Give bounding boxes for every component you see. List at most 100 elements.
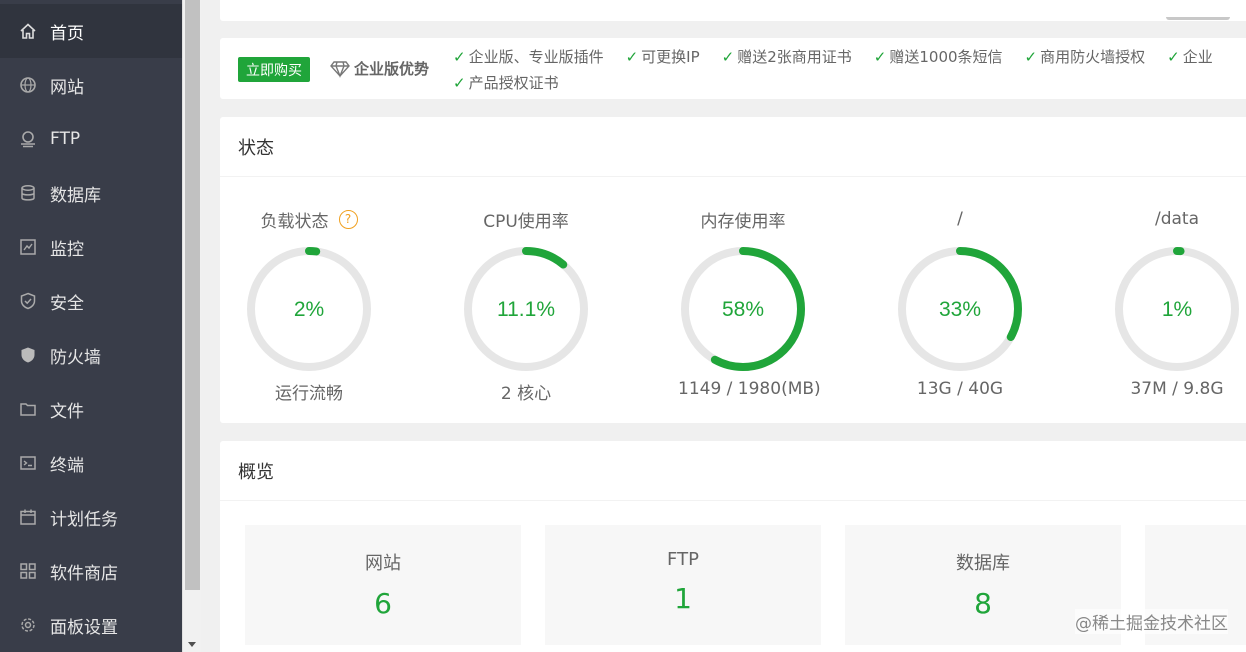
status-panel-title: 状态 [220,117,1246,177]
promo-title-text: 企业版优势 [354,60,430,78]
watermark: @稀土掘金技术社区 [1075,609,1228,634]
gauge-value: 2% [294,298,324,321]
promo-feature: ✓ 企业 [1167,44,1213,70]
sidebar-item-label: 网站 [50,77,84,98]
promo-feature: ✓ 商用防火墙授权 [1025,44,1146,70]
sidebar-item-cron[interactable]: 计划任务 [0,490,182,544]
sidebar-item-site[interactable]: 网站 [0,58,182,112]
top-action-button[interactable] [1166,8,1230,20]
gauge-value: 11.1% [497,298,555,321]
gauge-subtitle: 1149 / 1980(MB) [678,379,821,399]
apps-icon [18,561,38,581]
promo-feature: ✓ 赠送1000条短信 [874,44,1003,70]
gauge-value: 58% [722,298,764,321]
sidebar: 首页 网站 FTP 数据库 监控 安全 防火墙 文件 终端 计划任务 软件商店 … [0,0,182,652]
sidebar-item-label: 计划任务 [50,509,118,530]
check-icon: ✓ [453,48,466,66]
top-info-bar [220,0,1246,21]
gauge-ring: 11.1% [464,247,588,371]
database-icon [18,183,38,203]
home-icon [18,21,38,41]
promo-feature: ✓ 赠送2张商用证书 [722,44,852,70]
globe-icon [18,75,38,95]
gauge-title-text: 内存使用率 [700,211,786,232]
sidebar-item-label: 首页 [50,23,84,44]
overview-label: FTP [667,549,699,570]
diamond-icon [330,60,350,78]
gauge-ring: 2% [247,247,371,371]
sidebar-item-store[interactable]: 软件商店 [0,544,182,598]
check-icon: ✓ [873,48,887,66]
sidebar-item-ftp[interactable]: FTP [0,112,182,166]
sidebar-item-terminal[interactable]: 终端 [0,436,182,490]
gauge-value: 33% [939,298,981,321]
check-icon: ✓ [625,48,639,66]
gauge-disk-data[interactable]: /data 1% 37M / 9.8G [1112,207,1242,399]
gauge-title-text: 负载状态 [260,211,329,232]
shield-icon [18,345,38,365]
enterprise-promo-bar: 立即购买 企业版优势 ✓ 企业版、专业版插件 ✓ 可更换IP ✓ 赠送2张商用证书 ✓… [220,38,1246,99]
gauge-subtitle: 13G / 40G [916,379,1004,399]
check-icon: ✓ [1024,48,1038,66]
sidebar-item-label: 监控 [50,239,84,260]
sidebar-item-label: 面板设置 [50,617,118,638]
gauge-title-text: CPU使用率 [483,211,569,232]
check-icon: ✓ [453,74,466,92]
sidebar-item-database[interactable]: 数据库 [0,166,182,220]
sidebar-item-monitor[interactable]: 监控 [0,220,182,274]
gear-icon [18,615,38,635]
terminal-icon [18,453,38,473]
sidebar-item-label: 软件商店 [50,563,118,584]
overview-label: 网站 [365,553,401,574]
gauge-title: CPU使用率 [461,207,591,232]
gauge-cpu[interactable]: CPU使用率 11.1% 2 核心 [461,207,591,404]
gauge-ring: 1% [1115,247,1239,371]
sidebar-item-settings[interactable]: 面板设置 [0,598,182,652]
overview-value[interactable]: 1 [545,582,821,615]
shield-check-icon [18,291,38,311]
promo-feature-list: ✓ 企业版、专业版插件 ✓ 可更换IP ✓ 赠送2张商用证书 ✓ 赠送1000条短信 ✓… [453,44,1246,96]
check-icon: ✓ [721,48,735,66]
gauge-memory[interactable]: 内存使用率 58% 1149 / 1980(MB) [678,207,821,400]
gauge-subtitle: 2 核心 [500,384,552,404]
promo-feature: ✓ 可更换IP [626,44,700,70]
promo-feature: ✓ 产品授权证书 [453,70,559,96]
sidebar-item-label: 终端 [50,455,84,476]
sidebar-item-label: 安全 [50,293,84,314]
sidebar-item-home[interactable]: 首页 [0,4,182,58]
monitor-icon [18,237,38,257]
feature-text: 赠送2张商用证书 [737,48,852,66]
help-icon[interactable]: ? [338,209,358,229]
gauge-title-text: /data [1154,209,1200,229]
sidebar-item-security[interactable]: 安全 [0,274,182,328]
gauge-title: /data [1112,207,1242,231]
overview-panel-title: 概览 [220,441,1246,501]
feature-text: 企业版、专业版插件 [468,48,604,66]
sidebar-item-firewall[interactable]: 防火墙 [0,328,182,382]
feature-text: 可更换IP [641,48,700,66]
buy-now-button[interactable]: 立即购买 [238,57,310,82]
overview-box-ftp[interactable]: FTP 1 [545,525,821,645]
folder-icon [18,399,38,419]
sidebar-nav: 首页 网站 FTP 数据库 监控 安全 防火墙 文件 终端 计划任务 软件商店 … [0,4,182,652]
gauge-value: 1% [1162,298,1192,321]
sidebar-item-label: FTP [50,129,81,149]
status-panel: 状态 负载状态 ? 2% 运行流畅 CPU使用率 11.1% 2 核心 内存使用… [220,117,1246,423]
gauge-load[interactable]: 负载状态 ? 2% 运行流畅 [244,207,374,404]
scroll-down-arrow-icon[interactable] [188,642,196,647]
feature-text: 赠送1000条短信 [889,48,1003,66]
main-content: 立即购买 企业版优势 ✓ 企业版、专业版插件 ✓ 可更换IP ✓ 赠送2张商用证书 ✓… [201,0,1246,652]
sidebar-scrollbar[interactable] [182,0,201,652]
promo-title: 企业版优势 [330,58,429,79]
gauge-subtitle: 运行流畅 [275,384,343,404]
gauge-subtitle: 37M / 9.8G [1130,379,1224,399]
feature-text: 商用防火墙授权 [1040,48,1146,66]
check-icon: ✓ [1167,48,1180,66]
sidebar-item-files[interactable]: 文件 [0,382,182,436]
gauge-title: 负载状态 ? [244,207,374,232]
scrollbar-thumb[interactable] [185,0,200,590]
promo-feature: ✓ 企业版、专业版插件 [453,44,604,70]
gauge-disk-root[interactable]: / 33% 13G / 40G [895,207,1025,399]
overview-value[interactable]: 6 [245,587,521,620]
overview-box-sites[interactable]: 网站 6 [245,525,521,645]
